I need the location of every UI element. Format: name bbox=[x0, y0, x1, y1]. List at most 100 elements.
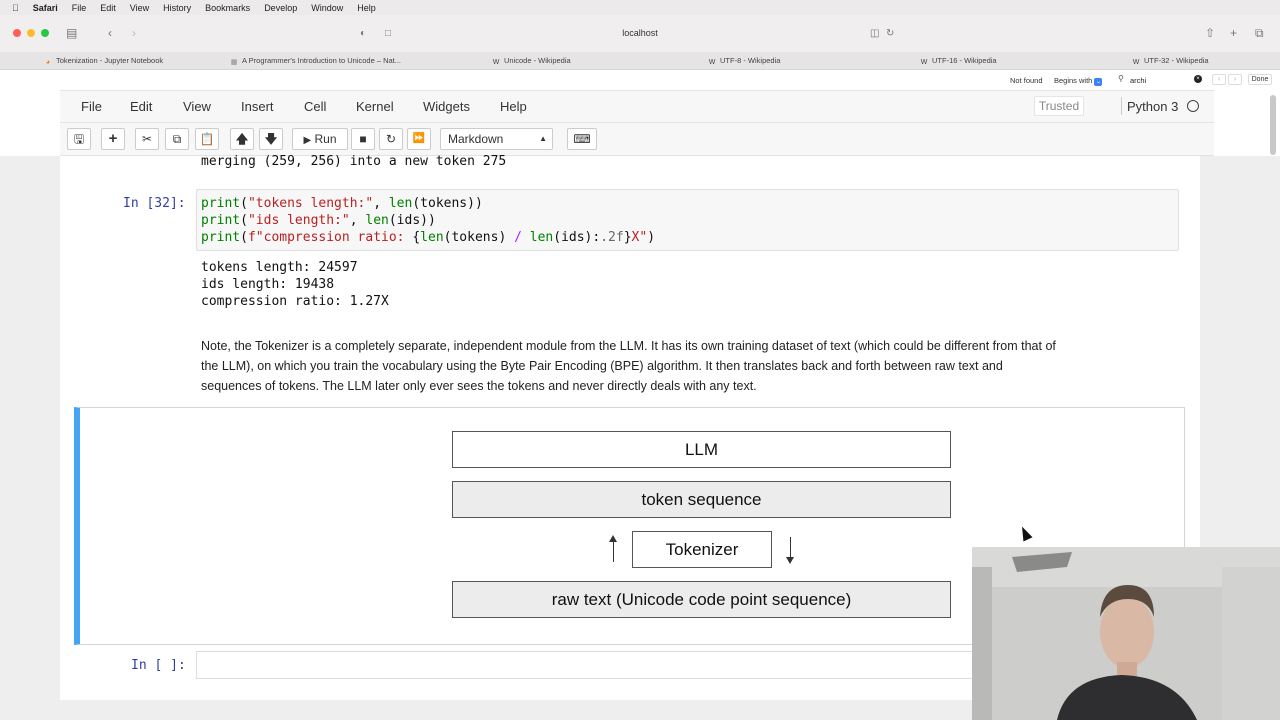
menu-file[interactable]: File bbox=[81, 99, 102, 114]
add-cell-icon[interactable]: + bbox=[101, 128, 125, 150]
scrollbar[interactable] bbox=[1270, 95, 1276, 155]
menu-cell[interactable]: Cell bbox=[304, 99, 326, 114]
kernel-status-icon bbox=[1187, 100, 1199, 112]
menu-widgets[interactable]: Widgets bbox=[423, 99, 470, 114]
menubar-window[interactable]: Window bbox=[311, 3, 343, 13]
tab-label: UTF-8 - Wikipedia bbox=[720, 56, 781, 65]
menubar-help[interactable]: Help bbox=[357, 3, 376, 13]
cut-icon[interactable]: ✂ bbox=[135, 128, 159, 150]
code-line-1: print("tokens length:", len(tokens)) bbox=[201, 196, 483, 211]
up-arrow-icon bbox=[613, 540, 614, 562]
clear-icon[interactable]: × bbox=[1194, 75, 1202, 83]
output-line: ids length: 19438 bbox=[201, 277, 335, 292]
menubar-bookmarks[interactable]: Bookmarks bbox=[205, 3, 250, 13]
page-menu-icon[interactable]: □ bbox=[385, 27, 391, 41]
up-arrow-head bbox=[609, 535, 617, 542]
run-button[interactable]: ▶ Run bbox=[292, 128, 348, 150]
reload-icon[interactable]: ↻ bbox=[886, 27, 894, 41]
menubar-app-name[interactable]: Safari bbox=[33, 3, 58, 13]
sidebar-icon[interactable]: ▤ bbox=[66, 26, 77, 40]
move-up-icon[interactable]: 🡅 bbox=[230, 128, 254, 150]
tab-unicode-wikipedia[interactable]: W Unicode - Wikipedia bbox=[492, 56, 571, 67]
apple-icon[interactable]:  bbox=[12, 3, 19, 13]
find-next-button[interactable]: › bbox=[1228, 74, 1242, 85]
find-mode-label: Begins with bbox=[1054, 76, 1093, 85]
tab-utf32-wikipedia[interactable]: W UTF-32 - Wikipedia bbox=[1132, 56, 1209, 67]
down-arrow-head bbox=[786, 557, 794, 564]
tab-utf16-wikipedia[interactable]: W UTF-16 - Wikipedia bbox=[920, 56, 997, 67]
keyboard-icon[interactable]: ⌨ bbox=[567, 128, 597, 150]
menu-edit[interactable]: Edit bbox=[130, 99, 152, 114]
code-line-3: print(f"compression ratio: {len(tokens) … bbox=[201, 230, 656, 245]
divider bbox=[1121, 97, 1122, 115]
search-icon: ⚲ bbox=[1118, 74, 1124, 83]
find-done-button[interactable]: Done bbox=[1248, 74, 1272, 85]
back-icon[interactable]: ‹ bbox=[108, 26, 112, 40]
diagram-tokenizer-box: Tokenizer bbox=[632, 531, 772, 568]
menu-view[interactable]: View bbox=[183, 99, 211, 114]
chevron-down-icon: ⌄ bbox=[1094, 78, 1103, 86]
markdown-note-line: the LLM), on which you train the vocabul… bbox=[201, 359, 1003, 373]
wikipedia-icon: W bbox=[920, 59, 928, 66]
wikipedia-icon: W bbox=[1132, 59, 1140, 66]
jupyter-icon: ◕ bbox=[45, 59, 51, 66]
diagram-llm-box: LLM bbox=[452, 431, 951, 468]
tab-unicode-intro[interactable]: ▦ A Programmer's Introduction to Unicode … bbox=[230, 56, 401, 67]
forward-icon[interactable]: › bbox=[132, 26, 136, 40]
cell-prompt: In [32]: bbox=[123, 196, 186, 211]
tab-utf8-wikipedia[interactable]: W UTF-8 - Wikipedia bbox=[708, 56, 781, 67]
kernel-name[interactable]: Python 3 bbox=[1127, 99, 1178, 114]
code-line-2: print("ids length:", len(ids)) bbox=[201, 213, 436, 228]
menubar-file[interactable]: File bbox=[72, 3, 87, 13]
menu-kernel[interactable]: Kernel bbox=[356, 99, 394, 114]
save-icon[interactable]: 🖫 bbox=[67, 128, 91, 150]
zoom-window-button[interactable] bbox=[41, 29, 49, 37]
tab-overview-icon[interactable]: ⧉ bbox=[1255, 26, 1264, 40]
tab-label: A Programmer's Introduction to Unicode –… bbox=[242, 56, 402, 65]
trusted-indicator[interactable]: Trusted bbox=[1034, 96, 1084, 116]
menubar-develop[interactable]: Develop bbox=[264, 3, 297, 13]
output-line: compression ratio: 1.27X bbox=[201, 294, 389, 309]
menubar-view[interactable]: View bbox=[130, 3, 149, 13]
wikipedia-icon: W bbox=[708, 59, 716, 66]
address-bar[interactable]: localhost bbox=[600, 28, 680, 38]
find-mode-dropdown[interactable]: Begins with ⌄ bbox=[1054, 76, 1103, 86]
menu-insert[interactable]: Insert bbox=[241, 99, 274, 114]
minimize-window-button[interactable] bbox=[27, 29, 35, 37]
down-arrow-icon bbox=[790, 537, 791, 559]
cell-type-select[interactable]: Markdown▲▼ bbox=[440, 128, 553, 163]
restart-icon[interactable]: ↻ bbox=[379, 128, 403, 150]
menubar-history[interactable]: History bbox=[163, 3, 191, 13]
close-window-button[interactable] bbox=[13, 29, 21, 37]
new-tab-icon[interactable]: + bbox=[1230, 26, 1237, 40]
page-icon: ▦ bbox=[230, 59, 238, 66]
empty-cell-prompt: In [ ]: bbox=[131, 658, 186, 673]
presenter-video-frame bbox=[972, 547, 1280, 720]
privacy-icon[interactable]: ◐ bbox=[360, 27, 366, 41]
run-label: Run bbox=[314, 132, 337, 146]
play-icon: ▶ bbox=[303, 135, 312, 146]
menubar-edit[interactable]: Edit bbox=[100, 3, 116, 13]
macos-menubar:  Safari File Edit View History Bookmark… bbox=[0, 0, 1280, 15]
find-query: archi bbox=[1130, 76, 1147, 85]
empty-code-cell[interactable] bbox=[196, 651, 976, 679]
paste-icon[interactable]: 📋 bbox=[195, 128, 219, 150]
copy-icon[interactable]: ⧉ bbox=[165, 128, 189, 150]
stop-icon[interactable]: ■ bbox=[351, 128, 375, 150]
tab-label: Unicode - Wikipedia bbox=[504, 56, 571, 65]
fast-forward-icon[interactable]: ⏩ bbox=[407, 128, 431, 150]
find-input[interactable]: ⚲ archi × bbox=[1116, 73, 1206, 86]
menu-help[interactable]: Help bbox=[500, 99, 527, 114]
tab-tokenization[interactable]: ◕ Tokenization - Jupyter Notebook bbox=[44, 56, 163, 67]
markdown-note-line: Note, the Tokenizer is a completely sepa… bbox=[201, 339, 1056, 353]
output-line: tokens length: 24597 bbox=[201, 260, 358, 275]
share-icon[interactable]: ⇧ bbox=[1205, 26, 1215, 40]
diagram-token-sequence-box: token sequence bbox=[452, 481, 951, 518]
move-down-icon[interactable]: 🡇 bbox=[259, 128, 283, 150]
find-previous-button[interactable]: ‹ bbox=[1212, 74, 1226, 85]
previous-output: merging (259, 256) into a new token 275 bbox=[201, 154, 507, 169]
diagram-raw-text-box: raw text (Unicode code point sequence) bbox=[452, 581, 951, 618]
translate-icon[interactable]: ◫ bbox=[870, 27, 879, 41]
cell-type-label: Markdown bbox=[448, 132, 504, 146]
tab-label: UTF-32 - Wikipedia bbox=[1144, 56, 1209, 65]
